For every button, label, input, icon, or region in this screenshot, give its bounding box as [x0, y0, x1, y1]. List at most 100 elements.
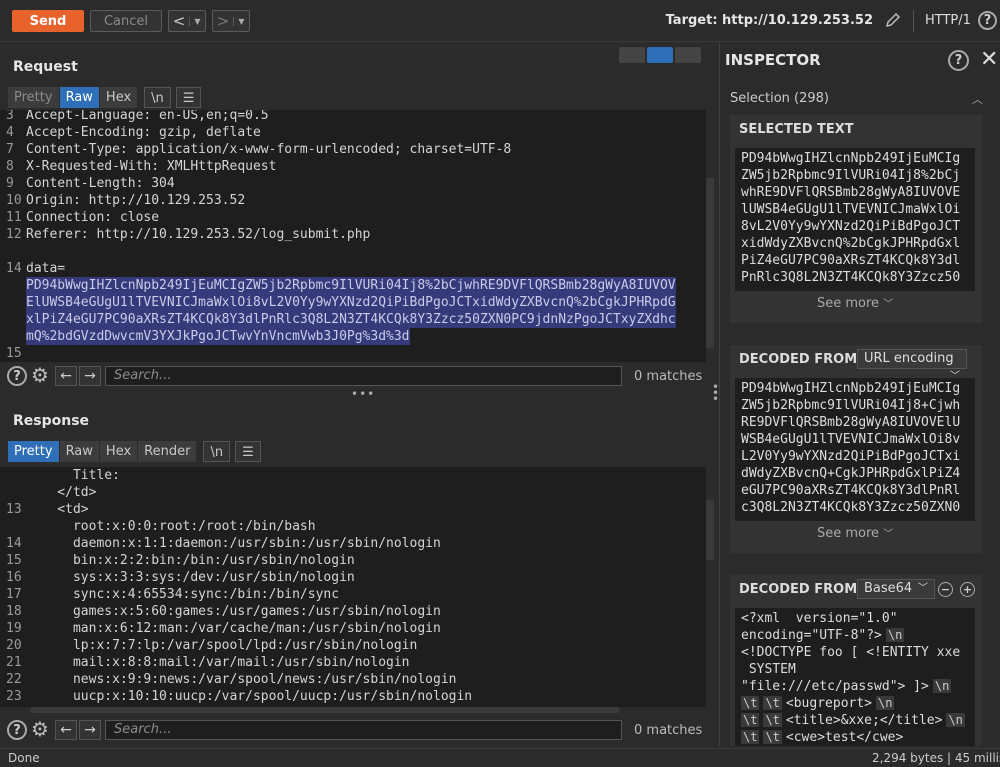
code-line: 11 Connection: close — [0, 209, 706, 226]
tab-hex[interactable]: Hex — [99, 87, 138, 108]
request-matches-count: 0 matches — [634, 368, 703, 384]
remove-decoder-icon[interactable]: − — [938, 582, 953, 597]
response-scrollbar-h[interactable] — [30, 707, 620, 713]
code-line: 7 Content-Type: application/x-www-form-ur… — [0, 141, 706, 158]
line-number: 8 — [6, 159, 14, 174]
response-editor[interactable]: Title: </td> 13 <td> root:x:0:0:root:/roo… — [0, 467, 706, 707]
code-line: 20 lp:x:7:7:lp:/var/spool/lpd:/usr/sbin/… — [0, 637, 706, 654]
help-icon[interactable]: ? — [7, 720, 27, 740]
menu-icon[interactable]: ☰ — [235, 441, 261, 462]
split-horizontal-view-icon[interactable] — [619, 47, 645, 63]
chevron-up-icon[interactable]: ︿ — [972, 91, 983, 107]
code-line: Title: — [0, 467, 706, 484]
line-text: Origin: http://10.129.253.52 — [26, 193, 246, 208]
decoding-type-select[interactable]: Base64 ﹀ — [857, 579, 935, 599]
line-number — [0, 328, 26, 345]
tab-render[interactable]: Render — [138, 441, 197, 462]
text-line: RE9DVFlQRSBmb28gWyA8IUVOVElU — [741, 415, 961, 430]
text-line: PiZ4eGU7PC90aXRsZT4KCQk8Y3dl — [741, 253, 961, 268]
line-text: Connection: close — [26, 210, 160, 225]
tab-pretty[interactable]: Pretty — [8, 87, 59, 108]
single-view-icon[interactable] — [675, 47, 701, 63]
line-number: 3 — [6, 110, 14, 123]
panel-menu-icon[interactable]: • • • — [712, 381, 719, 405]
tab-glyph: \t — [763, 730, 782, 744]
request-scrollbar[interactable] — [706, 178, 714, 348]
response-scrollbar-v[interactable] — [706, 500, 714, 560]
selected-text: ElUWSB4eGUgU1lTVEVNICJmaWxlOi8vL2V0Yy9wY… — [26, 294, 676, 311]
line-text: sys:x:3:3:sys:/dev:/usr/sbin/nologin — [26, 570, 355, 585]
text-line: 8vL2V0Yy9wYXNzd2QiPiBdPgoJCT — [741, 219, 961, 234]
tab-raw[interactable]: Raw — [59, 441, 99, 462]
settings-gear-icon[interactable]: ⚙ — [29, 719, 51, 741]
code-line: </td> — [0, 484, 706, 501]
resize-handle-icon[interactable]: ••• — [351, 387, 375, 401]
text-line: \t \t <title>&xxe;</title> \n — [741, 713, 965, 728]
decoded-url-box[interactable]: PD94bWwgIHZlcnNpb249IjEuMCIg ZW5jb2Rpbmc9… — [735, 378, 975, 521]
next-match-button[interactable]: → — [79, 720, 101, 740]
line-text: Referer: http://10.129.253.52/log_submit… — [26, 227, 371, 242]
status-text: Done — [8, 751, 40, 765]
response-size-info: 2,294 bytes | 45 millis — [872, 751, 1000, 765]
request-search-bar: ? ⚙ ← → Search... 0 matches — [0, 362, 714, 390]
add-decoder-icon[interactable]: + — [960, 582, 975, 597]
cancel-button[interactable]: Cancel — [90, 10, 162, 32]
decoding-type-select[interactable]: URL encoding ﹀ — [857, 349, 967, 382]
back-arrow-icon: < — [172, 12, 186, 30]
tab-hex[interactable]: Hex — [99, 441, 138, 462]
tab-pretty[interactable]: Pretty — [8, 441, 59, 462]
previous-match-button[interactable]: ← — [55, 366, 77, 386]
text-line: L2V0Yy9wYXNzd2QiPiBdPgoJCTxi — [741, 449, 961, 464]
tab-raw[interactable]: Raw — [59, 87, 99, 108]
next-match-button[interactable]: → — [79, 366, 101, 386]
inspector-panel: INSPECTOR ? ✕ Selection (298) ︿ SELECTED… — [719, 43, 1000, 746]
request-search-input[interactable]: Search... — [105, 366, 622, 386]
help-icon[interactable]: ? — [7, 366, 27, 386]
newline-toggle[interactable]: \n — [203, 441, 231, 462]
see-more-link[interactable]: See more ﹀ — [817, 295, 893, 311]
see-more-link[interactable]: See more ﹀ — [817, 525, 893, 541]
close-icon[interactable]: ✕ — [980, 47, 998, 72]
text-line: c3Q8L2N3ZT4KCQk8Y3Zzcz50ZXN0 — [741, 500, 961, 515]
newline-glyph: \n — [876, 696, 895, 710]
send-button[interactable]: Send — [12, 10, 84, 32]
chevron-down-icon[interactable]: ▼ — [189, 16, 205, 26]
line-text: Accept-Encoding: gzip, deflate — [26, 125, 261, 140]
response-search-input[interactable]: Search... — [105, 720, 622, 740]
selected-text-title: SELECTED TEXT — [739, 122, 854, 137]
line-number: 15 — [6, 346, 22, 361]
back-button[interactable]: < ▼ — [168, 10, 206, 32]
line-number: 19 — [6, 621, 22, 636]
chevron-down-icon[interactable]: ▼ — [233, 16, 249, 26]
split-vertical-view-icon[interactable] — [647, 47, 673, 63]
line-number: 22 — [6, 672, 22, 687]
code-line: 3 Accept-Language: en-US,en;q=0.5 — [0, 110, 706, 124]
line-text: news:x:9:9:news:/var/spool/news:/usr/sbi… — [26, 672, 457, 687]
text-line: PnRlc3Q8L2N3ZT4KCQk8Y3Zzcz50 — [741, 270, 961, 285]
forward-button[interactable]: > ▼ — [212, 10, 250, 32]
newline-toggle[interactable]: \n — [144, 87, 171, 108]
selected-text-box[interactable]: PD94bWwgIHZlcnNpb249IjEuMCIg ZW5jb2Rpbmc9… — [735, 148, 975, 291]
settings-gear-icon[interactable]: ⚙ — [29, 365, 51, 387]
code-line: 18 games:x:5:60:games:/usr/games:/usr/sb… — [0, 603, 706, 620]
selected-text: PD94bWwgIHZlcnNpb249IjEuMCIgZW5jb2Rpbmc9… — [26, 277, 676, 294]
text-line: SYSTEM — [741, 662, 796, 677]
line-text: </td> — [26, 485, 97, 500]
line-number — [0, 294, 26, 311]
http-version-toggle[interactable]: HTTP/1 — [925, 13, 971, 28]
code-line: 12 Referer: http://10.129.253.52/log_subm… — [0, 226, 706, 243]
decoded-base64-box[interactable]: <?xml version="1.0" encoding="UTF-8"?> \n <… — [735, 608, 975, 746]
code-line: 9 Content-Length: 304 — [0, 175, 706, 192]
help-icon[interactable]: ? — [978, 11, 997, 30]
target-label: Target: http://10.129.253.52 — [665, 13, 873, 28]
previous-match-button[interactable]: ← — [55, 720, 77, 740]
help-icon[interactable]: ? — [948, 50, 969, 71]
selection-header[interactable]: Selection (298) — [730, 91, 829, 106]
menu-icon[interactable]: ☰ — [175, 87, 202, 108]
line-number — [0, 484, 26, 501]
line-number: 15 — [6, 553, 22, 568]
edit-target-icon[interactable] — [884, 11, 902, 29]
response-tabs: Pretty Raw Hex Render \n ☰ — [8, 441, 262, 462]
request-editor[interactable]: 3 Accept-Language: en-US,en;q=0.5 4 Accept-… — [0, 110, 706, 362]
newline-glyph: \n — [932, 679, 952, 693]
